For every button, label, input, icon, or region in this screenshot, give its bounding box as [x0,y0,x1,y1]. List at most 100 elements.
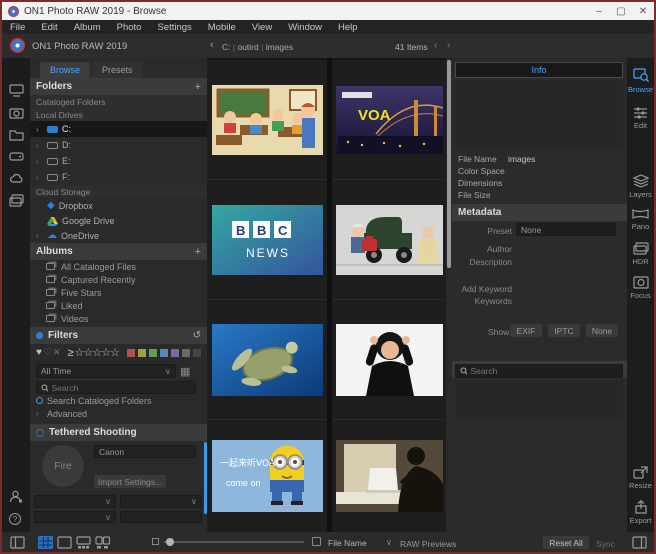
camera-model-field[interactable]: Canon [94,445,196,458]
thumbnail-minion-voa[interactable]: 一起来听VOA come on [207,420,327,532]
dislike-filter-icon[interactable]: ♡ [43,347,52,358]
expand-icon[interactable]: › [36,141,43,150]
expand-icon[interactable]: › [36,157,43,166]
module-export[interactable]: Export [627,500,654,525]
filter-search-box[interactable] [36,381,196,394]
reject-filter-icon[interactable]: ✕ [53,347,61,358]
album-row[interactable]: Videos [30,312,207,325]
folders-header[interactable]: Folders + [30,78,207,95]
metadata-header[interactable]: Metadata [452,204,627,221]
grid-view-icon[interactable] [38,536,53,549]
thumbnail-woman-covering-ears[interactable] [332,300,446,420]
expand-icon[interactable]: › [36,125,43,134]
drive-icon[interactable] [9,150,24,163]
like-filter-icon[interactable]: ♥ [36,347,42,358]
menu-mobile[interactable]: Mobile [200,22,244,33]
filters-header[interactable]: Filters ↺ [30,327,207,344]
preset-dropdown[interactable]: None [516,223,616,236]
iptc-button[interactable]: IPTC [548,324,580,337]
import-settings-button[interactable]: Import Settings... [94,475,166,488]
add-folder-button[interactable]: + [195,81,201,93]
keyword-search-box[interactable] [455,364,623,378]
tethered-shooting-header[interactable]: Tethered Shooting [30,424,207,441]
sync-button[interactable]: Sync [596,539,615,549]
module-pano[interactable]: Pano [627,208,654,231]
tether-dropdown-4[interactable] [120,511,202,523]
exif-button[interactable]: EXIF [510,324,542,337]
module-edit[interactable]: Edit [627,106,654,130]
menu-help[interactable]: Help [330,22,366,33]
compare-view-icon[interactable] [95,536,110,549]
fire-button[interactable]: Fire [42,445,84,487]
expand-icon[interactable]: › [36,173,43,182]
thumbnail-classroom-cartoon[interactable] [207,60,327,180]
drive-row-d[interactable]: › D: [30,137,207,153]
slider-thumb[interactable] [166,538,174,546]
color-swatch-blue[interactable] [160,349,168,357]
module-browse[interactable]: Browse [627,68,654,94]
folder-icon[interactable] [9,128,24,141]
color-swatch-yellow[interactable] [138,349,146,357]
star-rating-filter[interactable]: ☆☆☆☆☆ [75,346,119,359]
sidebar-toggle-icon[interactable] [10,536,25,549]
module-hdr[interactable]: HDR [627,242,654,266]
help-icon[interactable]: ? [9,513,21,525]
detail-view-icon[interactable] [57,536,72,549]
color-swatch-green[interactable] [149,349,157,357]
none-button[interactable]: None [586,324,618,337]
album-row[interactable]: Captured Recently [30,273,207,286]
thumbnail-size-slider[interactable] [164,541,304,543]
reset-filters-icon[interactable]: ↺ [193,330,201,341]
color-swatch-purple[interactable] [171,349,179,357]
photos-stack-icon[interactable] [9,194,24,207]
albums-header[interactable]: Albums + [30,243,207,260]
drive-row-e[interactable]: › E: [30,153,207,169]
thumbnail-bbc-news[interactable]: B B C NEWS [207,180,327,300]
breadcrumb-folder[interactable]: outird [237,42,258,52]
cloud-row-onedrive[interactable]: › ☁ OneDrive [30,228,207,243]
color-swatch-red[interactable] [127,349,135,357]
cloud-icon[interactable] [9,172,24,185]
minimize-button[interactable]: – [588,3,610,19]
color-swatch-none[interactable] [193,349,201,357]
tether-dropdown-1[interactable]: ∨ [34,495,116,508]
add-album-button[interactable]: + [195,246,201,258]
filter-search-input[interactable] [51,383,191,393]
breadcrumb-drive[interactable]: C: [222,42,231,52]
monitor-icon[interactable] [9,84,24,97]
filmstrip-view-icon[interactable] [76,536,91,549]
menu-edit[interactable]: Edit [33,22,65,33]
search-cataloged-toggle[interactable]: Search Cataloged Folders [30,394,207,407]
next-arrow-icon[interactable]: › [447,40,450,51]
cloud-row-google-drive[interactable]: Google Drive [30,213,207,228]
close-button[interactable]: ✕ [632,3,654,19]
breadcrumb-subfolder[interactable]: images [266,42,293,52]
thumbnail-man-laptop[interactable] [332,420,446,532]
info-tab[interactable]: Info [455,62,623,78]
menu-album[interactable]: Album [66,22,109,33]
cloud-row-dropbox[interactable]: ◆ Dropbox [30,198,207,213]
panel-toggle-icon[interactable] [632,536,647,549]
camera-icon[interactable] [9,106,24,119]
breadcrumb-back-icon[interactable]: ‹ [210,39,214,51]
tab-presets[interactable]: Presets [92,62,143,78]
menu-photo[interactable]: Photo [109,22,150,33]
keyword-search-input[interactable] [470,366,618,376]
color-swatch-gray[interactable] [182,349,190,357]
menu-file[interactable]: File [2,22,33,33]
album-row[interactable]: Liked [30,299,207,312]
album-row[interactable]: Five Stars [30,286,207,299]
tab-browse[interactable]: Browse [40,62,90,78]
calendar-icon[interactable]: ▦ [180,365,190,378]
sort-checkbox[interactable] [312,537,321,546]
sort-by-dropdown[interactable]: File Name ∨ [328,536,392,549]
expand-icon[interactable]: › [36,231,43,240]
maximize-button[interactable]: ▢ [610,3,632,19]
module-resize[interactable]: Resize [627,466,654,490]
drive-row-c[interactable]: › C: [30,121,207,137]
module-layers[interactable]: Layers [627,174,654,199]
raw-previews-label[interactable]: RAW Previews [400,539,456,549]
prev-arrow-icon[interactable]: ‹ [434,40,437,51]
advanced-expander[interactable]: › Advanced [30,407,207,420]
tether-dropdown-2[interactable]: ∨ [120,495,202,508]
